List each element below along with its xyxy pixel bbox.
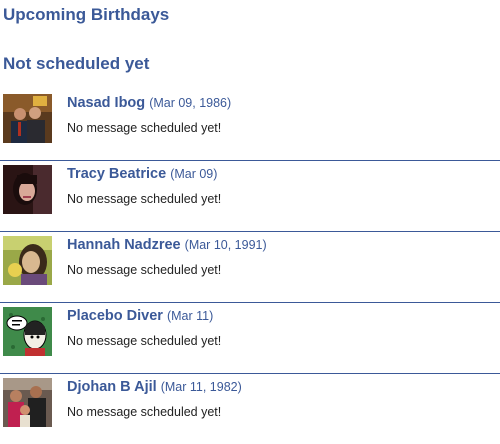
birthday-date: (Mar 11) [166,309,214,323]
list-item: Nasad Ibog (Mar 09, 1986) No message sch… [0,90,500,161]
list-item: Hannah Nadzree (Mar 10, 1991) No message… [0,232,500,303]
avatar[interactable] [3,94,52,143]
list-item: Djohan B Ajil (Mar 11, 1982) No message … [0,374,500,444]
person-name-link[interactable]: Hannah Nadzree [67,237,181,253]
schedule-status: No message scheduled yet! [67,334,222,348]
upcoming-birthdays-heading: Upcoming Birthdays [3,5,170,24]
person-name-link[interactable]: Tracy Beatrice [67,166,166,182]
schedule-status: No message scheduled yet! [67,192,222,206]
birthday-date: (Mar 09, 1986) [149,96,232,110]
not-scheduled-heading: Not scheduled yet [3,54,150,73]
avatar[interactable] [3,236,52,285]
person-name-link[interactable]: Placebo Diver [67,308,163,324]
list-item: Tracy Beatrice (Mar 09) No message sched… [0,161,500,232]
schedule-status: No message scheduled yet! [67,405,222,419]
avatar[interactable] [3,378,52,427]
schedule-status: No message scheduled yet! [67,263,222,277]
list-item: Placebo Diver (Mar 11) No message schedu… [0,303,500,374]
birthday-date: (Mar 11, 1982) [160,380,242,394]
birthday-date: (Mar 10, 1991) [184,238,267,252]
schedule-status: No message scheduled yet! [67,121,222,135]
person-name-link[interactable]: Djohan B Ajil [67,379,157,395]
birthday-date: (Mar 09) [170,167,218,181]
birthdays-panel: Upcoming Birthdays Not scheduled yet Nas… [0,0,500,444]
birthday-list: Nasad Ibog (Mar 09, 1986) No message sch… [0,90,500,444]
avatar[interactable] [3,307,52,356]
person-name-link[interactable]: Nasad Ibog [67,95,145,111]
avatar[interactable] [3,165,52,214]
